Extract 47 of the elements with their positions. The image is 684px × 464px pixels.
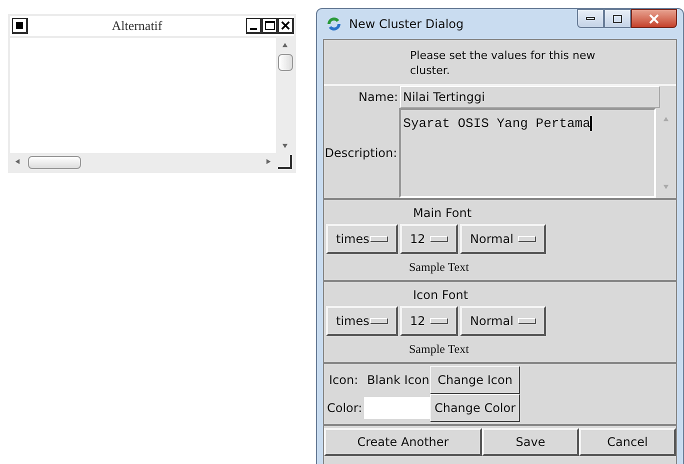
instruction-text: Please set the values for this new cluster. [410,48,596,79]
option-indicator-icon [430,236,448,242]
description-label: Description: [324,145,398,162]
close-button[interactable] [631,9,677,28]
maximize-icon[interactable] [262,18,278,34]
window-title: Alternatif [110,17,164,36]
section-title: Icon Font [412,287,470,304]
dialog-button[interactable]: Create Another [324,428,482,456]
option-menu[interactable]: Normal [460,306,546,336]
option-indicator-icon [370,236,388,242]
option-menu[interactable]: Normal [460,224,546,254]
minimize-icon[interactable] [246,18,262,34]
resize-grip-icon [278,155,292,169]
option-indicator-icon [518,236,536,242]
minimize-button[interactable] [577,9,604,28]
change-icon-button[interactable]: Change Icon [430,366,520,394]
option-menu[interactable]: 12 [400,306,458,336]
color-label: Color: [326,400,364,417]
scroll-up-icon[interactable] [282,42,288,48]
scroll-right-icon[interactable] [266,159,272,165]
scroll-left-icon[interactable] [14,159,20,165]
maximize-button[interactable] [604,9,631,28]
refresh-icon [327,17,341,31]
option-menu[interactable]: times [326,224,398,254]
option-menu[interactable]: times [326,306,398,336]
close-icon[interactable] [281,21,290,30]
dialog-button[interactable]: Save [482,428,579,456]
change-color-button[interactable]: Change Color [430,394,520,422]
option-indicator-icon [370,318,388,324]
scroll-thumb[interactable] [278,54,292,71]
name-field[interactable]: Nilai Tertinggi [400,86,660,108]
description-field[interactable]: Syarat OSIS Yang Pertama [399,108,656,198]
scroll-thumb[interactable] [28,156,81,168]
window-menu-button[interactable] [12,18,28,34]
sample-text: Sample Text [408,341,470,358]
name-label: Name: [358,89,399,106]
option-indicator-icon [518,318,536,324]
dialog-button[interactable]: Cancel [579,428,676,456]
close-button[interactable] [278,18,294,34]
section-title: Main Font [412,205,473,222]
sample-text: Sample Text [408,259,470,276]
icon-label: Icon: [328,372,360,389]
scroll-down-icon[interactable] [282,143,288,149]
icon-value: Blank Icon [367,372,430,389]
option-indicator-icon [430,318,448,324]
window-title: New Cluster Dialog [349,16,464,33]
option-menu[interactable]: 12 [400,224,458,254]
